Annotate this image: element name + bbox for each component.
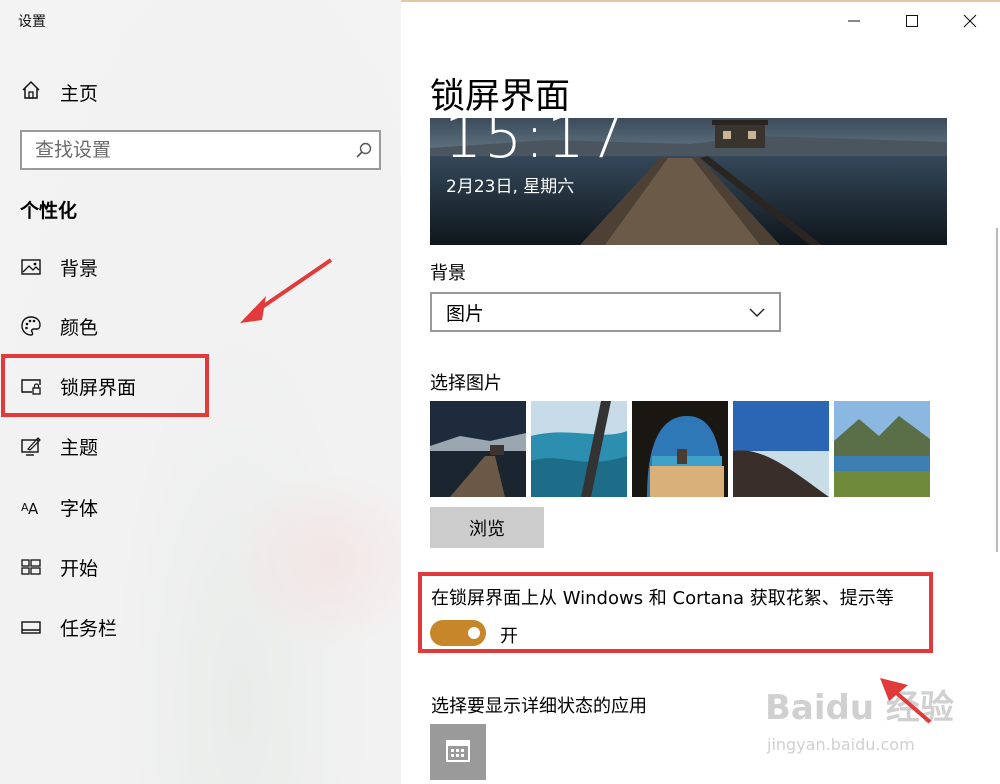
svg-text:A: A xyxy=(28,500,39,518)
taskbar-icon xyxy=(20,616,42,638)
font-icon: AA xyxy=(20,496,42,518)
browse-button[interactable]: 浏览 xyxy=(430,507,544,548)
start-icon xyxy=(20,556,42,578)
background-label: 背景 xyxy=(430,263,466,284)
thumbnail-mountain-lake[interactable] xyxy=(834,401,930,497)
sidebar-item-fonts[interactable]: AA 字体 xyxy=(20,492,98,522)
preview-time: 15:17 xyxy=(444,118,627,172)
detailed-status-app-tile[interactable] xyxy=(430,724,486,780)
sidebar-item-label: 背景 xyxy=(60,257,99,280)
scrollbar[interactable] xyxy=(996,228,998,552)
theme-icon xyxy=(20,435,42,457)
detailed-status-label: 选择要显示详细状态的应用 xyxy=(431,696,647,717)
background-select[interactable]: 图片 xyxy=(430,292,781,332)
sidebar-item-taskbar[interactable]: 任务栏 xyxy=(20,612,117,642)
preview-date: 2月23日, 星期六 xyxy=(446,177,575,197)
chevron-down-icon xyxy=(749,303,765,322)
sidebar-item-start[interactable]: 开始 xyxy=(20,552,98,582)
app-title: 设置 xyxy=(18,14,46,30)
toggle-knob xyxy=(468,627,480,639)
sidebar-item-themes[interactable]: 主题 xyxy=(20,431,98,461)
calendar-icon xyxy=(444,736,472,768)
thumbnail-hill-sea[interactable] xyxy=(733,401,829,497)
thumbnail-lake-aerial[interactable] xyxy=(531,401,627,497)
tips-toggle-state: 开 xyxy=(500,626,518,647)
sidebar-item-label: 颜色 xyxy=(60,316,99,339)
search-input[interactable] xyxy=(22,132,349,168)
sidebar-item-background[interactable]: 背景 xyxy=(20,252,98,282)
background-select-value: 图片 xyxy=(446,302,485,325)
close-icon[interactable] xyxy=(950,8,990,34)
sidebar-home[interactable]: 主页 xyxy=(20,78,98,106)
thumbnail-cave-beach[interactable] xyxy=(632,401,728,497)
watermark-sub: jingyan.baidu.com xyxy=(767,735,915,754)
sidebar-item-label: 开始 xyxy=(60,557,99,580)
sidebar-home-label: 主页 xyxy=(60,82,99,105)
image-icon xyxy=(20,256,42,278)
minimize-icon[interactable] xyxy=(834,8,874,34)
palette-icon xyxy=(20,315,42,337)
watermark-main: Baidu 经验 xyxy=(765,688,954,728)
annotation-highlight-box xyxy=(1,354,209,417)
sidebar-item-label: 任务栏 xyxy=(60,617,118,640)
sidebar-item-label: 主题 xyxy=(60,436,99,459)
search-icon[interactable] xyxy=(349,141,379,159)
sidebar-item-label: 字体 xyxy=(60,497,99,520)
sidebar: 设置 主页 个性化 背景 颜色 锁屏界面 主题 xyxy=(0,0,401,784)
choose-picture-label: 选择图片 xyxy=(430,373,502,394)
page-title: 锁屏界面 xyxy=(430,77,571,117)
picture-thumbnails xyxy=(430,401,930,497)
search-box xyxy=(20,130,381,170)
lock-screen-preview: 15:17 2月23日, 星期六 xyxy=(430,118,947,245)
maximize-icon[interactable] xyxy=(892,8,932,34)
thumbnail-pier[interactable] xyxy=(430,401,526,497)
tips-toggle[interactable] xyxy=(430,620,486,646)
section-heading-personalization: 个性化 xyxy=(20,200,78,222)
baidu-watermark: Baidu 经验 jingyan.baidu.com xyxy=(765,680,954,754)
tips-toggle-label: 在锁屏界面上从 Windows 和 Cortana 获取花絮、提示等 xyxy=(431,588,894,609)
home-icon xyxy=(20,79,42,105)
sidebar-item-colors[interactable]: 颜色 xyxy=(20,311,98,341)
